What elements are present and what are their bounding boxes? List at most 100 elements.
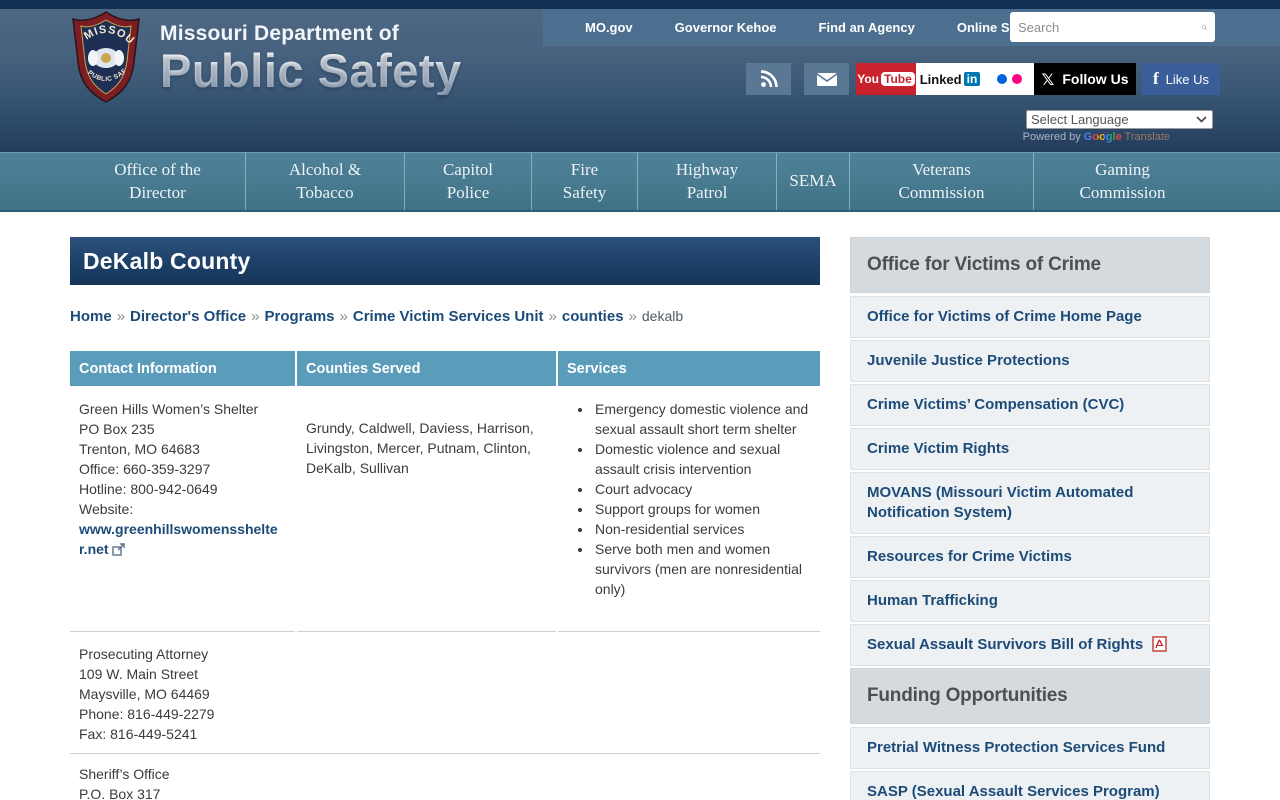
nav-office-of-the-director[interactable]: Office of the Director [70,153,245,210]
flickr-pink-dot-icon [1011,74,1022,84]
nav-fire-safety[interactable]: Fire Safety [531,153,637,210]
nav-alcohol-tobacco[interactable]: Alcohol & Tobacco [245,153,404,210]
breadcrumb-separator: » [548,308,557,325]
search-box[interactable] [1010,12,1215,42]
nav-sema[interactable]: SEMA [776,153,849,210]
page: MISSOURI PUBLIC SAFETY Missouri Departme… [0,0,1280,800]
facebook-like-button[interactable]: f Like Us [1142,63,1220,95]
sidebar-item-sa-bill-of-rights[interactable]: Sexual Assault Survivors Bill of Rights [850,624,1210,666]
youtube-button[interactable]: You Tube [856,63,916,95]
main-content: DeKalb County Home» Director's Office» Pro… [70,237,820,800]
sidebar-item-human-trafficking[interactable]: Human Trafficking [850,580,1210,622]
translate-label: Translate [1121,131,1170,143]
agency-name: Missouri Department of Public Safety [160,10,462,95]
nav-capitol-police[interactable]: Capitol Police [404,153,531,210]
sidebar-item-juvenile-justice[interactable]: Juvenile Justice Protections [850,340,1210,382]
services-list: Emergency domestic violence and sexual a… [593,399,810,599]
sidebar-item-ovc-home[interactable]: Office for Victims of Crime Home Page [850,296,1210,338]
sheriff-line: P.O. Box 317 [79,786,161,800]
pa-line: Prosecuting Attorney [79,646,209,662]
breadcrumb-home[interactable]: Home [70,308,112,325]
flickr-button[interactable] [984,63,1034,95]
contact-line: Green Hills Women’s Shelter [79,401,259,417]
sidebar-item-movans[interactable]: MOVANS (Missouri Victim Automated Notifi… [850,472,1210,534]
youtube-tube-label: Tube [881,72,915,86]
service-item: Support groups for women [593,499,810,519]
pa-line: 109 W. Main Street [79,666,199,682]
col-header-counties: Counties Served [297,351,556,386]
site-header: MISSOURI PUBLIC SAFETY Missouri Departme… [0,0,1280,152]
facebook-like-label: Like Us [1165,71,1210,87]
shelter-website-link[interactable]: www.greenhillswomensshelter.net [79,521,278,557]
cell-services: Emergency domestic violence and sexual a… [558,386,820,632]
breadcrumb-cvsu[interactable]: Crime Victim Services Unit [353,308,544,325]
page-title-banner: DeKalb County [70,237,820,285]
search-input[interactable] [1010,14,1202,40]
service-item: Domestic violence and sexual assault cri… [593,439,810,479]
service-item: Court advocacy [593,479,810,499]
sidebar-item-pretrial-witness-fund[interactable]: Pretrial Witness Protection Services Fun… [850,727,1210,769]
header-top-strip [0,0,1280,9]
email-button[interactable] [804,63,849,95]
breadcrumb-separator: » [251,308,260,325]
agency-line1: Missouri Department of [160,22,399,45]
shelter-website-url: www.greenhillswomensshelter.net [79,521,278,557]
pa-line: Phone: 816-449-2279 [79,706,215,722]
breadcrumb-separator: » [628,308,637,325]
right-sidebar: Office for Victims of Crime Office for V… [850,237,1210,800]
breadcrumb-directors-office[interactable]: Director's Office [130,308,246,325]
service-item: Emergency domestic violence and sexual a… [593,399,810,439]
sidebar-section-funding: Funding Opportunities [850,668,1210,724]
contact-line: Hotline: 800-942-0649 [79,481,218,497]
social-bar: You Tube Linked in 𝕏 Follow Us f Like Us [746,63,1220,95]
rss-icon [760,70,778,88]
link-find-agency[interactable]: Find an Agency [819,20,915,35]
dps-badge-icon: MISSOURI PUBLIC SAFETY [66,10,140,103]
gov-topbar: MO.gov Governor Kehoe Find an Agency Onl… [543,9,1280,46]
contact-line: Office: 660-359-3297 [79,461,211,477]
sidebar-item-crime-victim-rights[interactable]: Crime Victim Rights [850,428,1210,470]
contact-line: Trenton, MO 64683 [79,441,200,457]
email-icon [816,72,837,86]
nav-gaming-commission[interactable]: Gaming Commission [1033,153,1211,210]
pa-line: Fax: 816-449-5241 [79,726,198,742]
language-select[interactable]: Select Language [1026,110,1213,129]
x-follow-button[interactable]: 𝕏 Follow Us [1034,63,1136,95]
pdf-icon [1152,636,1168,652]
linkedin-button[interactable]: Linked in [916,63,984,95]
breadcrumb: Home» Director's Office» Programs» Crime Vi… [70,308,820,325]
powered-by-label: Powered by [1022,131,1084,143]
sidebar-item-sasp[interactable]: SASP (Sexual Assault Services Program) [850,771,1210,800]
search-icon[interactable] [1202,19,1207,36]
cell-contact-info: Green Hills Women’s Shelter PO Box 235 T… [70,386,295,632]
external-link-icon [112,543,126,556]
nav-veterans-commission[interactable]: Veterans Commission [849,153,1033,210]
pa-line: Maysville, MO 64469 [79,686,210,702]
sidebar-item-cvc[interactable]: Crime Victims’ Compensation (CVC) [850,384,1210,426]
main-nav: Office of the Director Alcohol & Tobacco… [0,152,1280,212]
cell-counties-served: Grundy, Caldwell, Daviess, Harrison, Liv… [297,386,556,632]
nav-highway-patrol[interactable]: Highway Patrol [637,153,776,210]
google-translate-attribution: Powered by Google Translate [1023,131,1170,143]
rss-button[interactable] [746,63,791,95]
page-title: DeKalb County [83,247,251,274]
linkedin-in-icon: in [963,72,981,86]
contact-line: PO Box 235 [79,421,155,437]
sidebar-section-victims-of-crime: Office for Victims of Crime [850,237,1210,293]
service-item: Non-residential services [593,519,810,539]
col-header-contact: Contact Information [70,351,295,386]
breadcrumb-counties[interactable]: counties [562,308,624,325]
breadcrumb-separator: » [116,308,126,325]
breadcrumb-current: dekalb [641,308,684,324]
service-item: Serve both men and women survivors (men … [593,539,810,599]
link-mogov[interactable]: MO.gov [585,20,633,35]
youtube-you-label: You [857,72,879,86]
google-logo-text: Google [1083,131,1122,143]
site-logo[interactable]: MISSOURI PUBLIC SAFETY Missouri Departme… [66,10,462,105]
chevron-down-icon [1196,116,1207,123]
link-governor[interactable]: Governor Kehoe [675,20,777,35]
sidebar-item-resources[interactable]: Resources for Crime Victims [850,536,1210,578]
breadcrumb-programs[interactable]: Programs [264,308,334,325]
breadcrumb-separator: » [339,308,348,325]
language-select-value: Select Language [1031,112,1129,127]
